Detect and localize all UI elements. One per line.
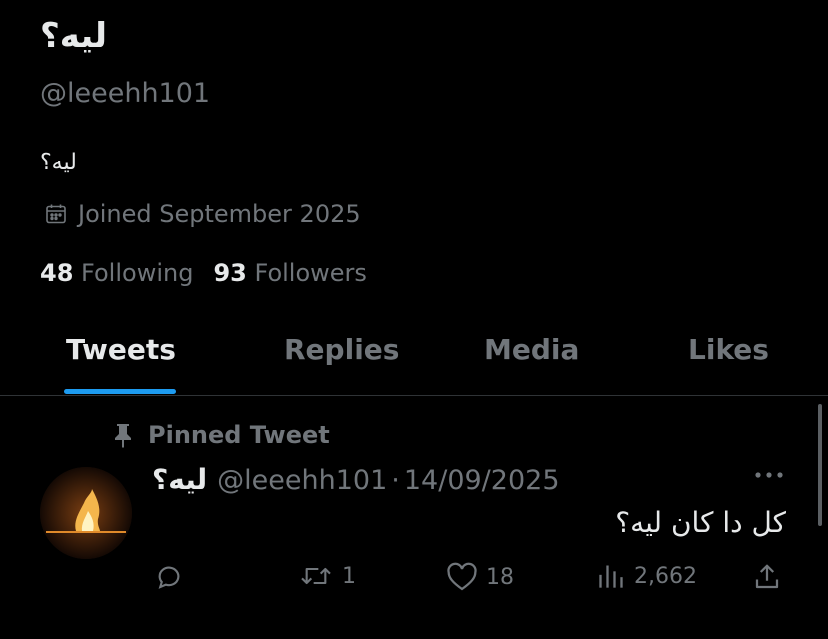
views-icon [596,562,626,590]
share-button[interactable] [752,562,782,592]
like-count: 18 [486,564,514,590]
reply-icon [154,562,184,592]
pinned-indicator: Pinned Tweet [112,421,330,449]
followers-count: 93 [213,259,247,287]
pin-icon [112,422,134,448]
reply-button[interactable] [154,562,192,592]
following-count: 48 [40,259,74,287]
scrollbar[interactable] [818,404,822,526]
tweet-header: ليه؟ @leeehh101 · 14/09/2025 [152,463,560,496]
profile-handle: @leeehh101 [40,78,211,109]
tab-media[interactable]: Media [484,333,579,366]
tab-replies[interactable]: Replies [284,333,399,366]
share-icon [752,562,782,592]
tweet-date[interactable]: 14/09/2025 [404,465,560,496]
tweet-author-name[interactable]: ليه؟ [152,463,207,496]
followers-link[interactable]: 93 Followers [213,259,366,287]
retweet-count: 1 [342,563,356,589]
joined-date: Joined September 2025 [44,200,361,228]
retweet-button[interactable]: 1 [298,562,356,590]
following-link[interactable]: 48 Following [40,259,193,287]
active-tab-indicator [64,389,176,394]
heart-icon [446,562,478,592]
like-button[interactable]: 18 [446,562,514,592]
tab-likes[interactable]: Likes [688,333,769,366]
retweet-icon [298,562,334,590]
joined-label: Joined September 2025 [78,200,361,228]
tweet-text: كل دا كان ليه؟ [615,506,786,539]
tweet-meta-separator: · [391,465,400,496]
profile-display-name: ليه؟ [40,16,107,56]
more-icon[interactable] [754,470,784,480]
avatar[interactable] [40,467,132,559]
tabs-divider [0,395,828,396]
follow-stats: 48 Following 93 Followers [40,259,367,287]
views-button[interactable]: 2,662 [596,562,697,590]
pinned-label: Pinned Tweet [148,421,330,449]
tab-tweets[interactable]: Tweets [66,333,176,366]
calendar-icon [44,202,68,226]
followers-label: Followers [254,259,367,287]
tweet-author-handle[interactable]: @leeehh101 [217,465,387,496]
profile-bio: ليه؟ [40,150,77,175]
view-count: 2,662 [634,563,697,589]
following-label: Following [81,259,194,287]
